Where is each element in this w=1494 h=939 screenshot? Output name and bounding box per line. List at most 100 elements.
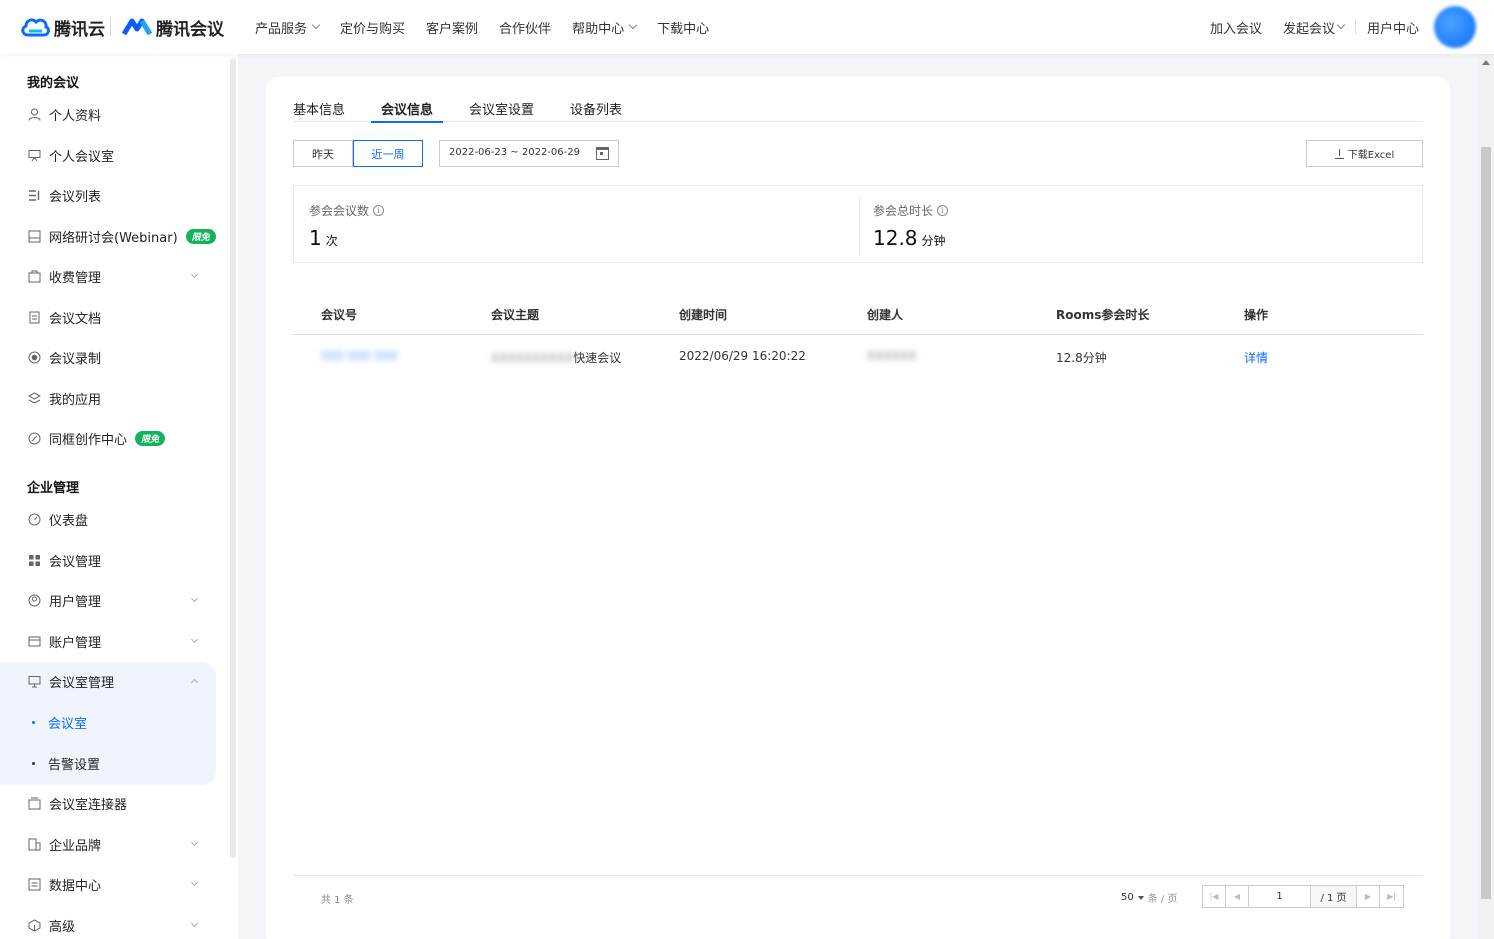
sidebar-item-label: 仪表盘: [49, 513, 89, 529]
download-excel-button[interactable]: 下载Excel: [1306, 140, 1423, 167]
sidebar-item-profile[interactable]: 个人资料: [0, 94, 216, 134]
date-range-picker[interactable]: 2022-06-23 ~ 2022-06-29: [439, 140, 619, 167]
sidebar-item-meeting-manage[interactable]: 会议管理: [0, 540, 216, 580]
nav-label: 帮助中心: [572, 21, 625, 37]
avatar[interactable]: [1434, 6, 1476, 48]
meeting-table: 会议号 会议主题 创建时间 创建人 Rooms参会时长 操作 000 000 0…: [293, 295, 1423, 379]
sidebar-item-fee[interactable]: 收费管理: [0, 256, 216, 296]
connector-icon: [27, 796, 41, 810]
sidebar-item-users[interactable]: 用户管理: [0, 580, 216, 620]
table-row: 000 000 000 XXXXXXXXXX快速会议 2022/06/29 16…: [293, 335, 1423, 379]
nav-label: 产品服务: [255, 21, 308, 37]
chevron-down-icon: [190, 919, 199, 928]
total-count: 共 1 条: [321, 895, 354, 906]
stat-number: 12.8: [873, 226, 918, 250]
users-icon: [27, 593, 41, 607]
sidebar-item-label: 网络研讨会(Webinar): [49, 230, 178, 246]
sidebar-item-label: 会议室: [48, 716, 88, 732]
sidebar-item-data-center[interactable]: 数据中心: [0, 864, 216, 904]
date-range-value: 2022-06-23 ~ 2022-06-29: [449, 147, 580, 158]
meeting-id-cell[interactable]: 000 000 000: [321, 349, 397, 363]
sidebar-item-label: 同框创作中心: [49, 432, 128, 448]
chevron-down-icon: [190, 594, 199, 603]
period-switcher: 昨天 近一周: [293, 140, 423, 167]
nav-cases[interactable]: 客户案例: [426, 18, 478, 37]
sidebar-item-label: 告警设置: [48, 757, 101, 773]
sidebar-scrollbar[interactable]: [230, 58, 236, 858]
sidebar-item-recording[interactable]: 会议录制: [0, 337, 216, 377]
sidebar-item-label: 个人会议室: [49, 149, 115, 165]
page-scrollbar[interactable]: [1478, 54, 1494, 939]
tab-room-settings[interactable]: 会议室设置: [469, 91, 534, 122]
cloud-logo-icon: [21, 18, 50, 37]
nav-pricing[interactable]: 定价与购买: [340, 18, 405, 37]
chevron-down-icon: [190, 838, 199, 847]
creation-icon: [27, 431, 41, 445]
record-icon: [27, 350, 41, 364]
meeting-logo-icon: [122, 18, 152, 36]
next-page-button[interactable]: ▶: [1357, 886, 1380, 907]
sidebar-item-apps[interactable]: 我的应用: [0, 378, 216, 418]
prev-page-button[interactable]: ◀: [1226, 886, 1249, 907]
sidebar-item-webinar[interactable]: 网络研讨会(Webinar) 限免: [0, 216, 216, 256]
scroll-up-icon[interactable]: [1482, 60, 1490, 65]
page-controls: |◀ ◀ 1 / 1 页 ▶ ▶|: [1202, 885, 1404, 908]
brand-icon: [27, 837, 41, 851]
sidebar-item-label: 会议室连接器: [49, 797, 128, 813]
yesterday-button[interactable]: 昨天: [293, 140, 353, 167]
nav-products[interactable]: 产品服务: [255, 18, 321, 37]
calendar-icon: [596, 147, 609, 160]
data-icon: [27, 877, 41, 891]
webinar-icon: [27, 229, 41, 243]
sidebar-item-connector[interactable]: 会议室连接器: [0, 783, 216, 823]
tab-meeting-info[interactable]: 会议信息: [371, 91, 444, 123]
nav-help[interactable]: 帮助中心: [572, 18, 638, 37]
last-page-button[interactable]: ▶|: [1380, 886, 1403, 907]
sidebar-item-rooms[interactable]: 会议室: [0, 702, 216, 742]
first-page-button[interactable]: |◀: [1203, 886, 1226, 907]
tencent-meeting-logo[interactable]: 腾讯会议: [122, 14, 224, 40]
tencent-cloud-logo[interactable]: 腾讯云: [20, 14, 105, 40]
sidebar-item-alert-settings[interactable]: 告警设置: [0, 743, 216, 783]
total-pages: / 1 页: [1311, 886, 1357, 907]
tab-basic-info[interactable]: 基本信息: [293, 91, 345, 122]
content-card: 基本信息 会议信息 会议室设置 设备列表 昨天 近一周 2022-06-23 ~…: [266, 77, 1450, 939]
nav-label: 下载中心: [657, 21, 710, 37]
sidebar-item-brand[interactable]: 企业品牌: [0, 824, 216, 864]
chevron-down-icon: [190, 878, 199, 887]
chevron-down-icon: [190, 270, 199, 279]
sidebar-item-dashboard[interactable]: 仪表盘: [0, 499, 216, 539]
bullet-icon: [32, 721, 35, 724]
stat-number: 1: [309, 226, 322, 250]
sidebar-item-creation[interactable]: 同框创作中心 限免: [0, 418, 216, 458]
free-badge: 限免: [135, 430, 166, 446]
nav-download[interactable]: 下载中心: [657, 18, 709, 37]
scrollbar-thumb[interactable]: [1481, 147, 1491, 899]
join-meeting-link[interactable]: 加入会议: [1210, 18, 1262, 37]
start-meeting-menu[interactable]: 发起会议: [1283, 18, 1346, 37]
section-my-meetings: 我的会议: [27, 76, 80, 91]
sidebar-item-label: 收费管理: [49, 270, 102, 286]
chevron-down-icon: [628, 20, 638, 30]
top-navbar: 腾讯云 腾讯会议 产品服务 定价与购买 客户案例 合作伙伴 帮助中心 下载中心 …: [0, 0, 1494, 54]
col-meeting-id: 会议号: [321, 308, 358, 322]
nav-label: 客户案例: [426, 21, 479, 37]
stat-unit: 分钟: [921, 234, 946, 248]
free-badge: 限免: [185, 228, 216, 244]
page-size-select[interactable]: 50 条 / 页: [1121, 890, 1177, 905]
sidebar-item-account[interactable]: 账户管理: [0, 621, 216, 661]
sidebar-item-advanced[interactable]: 高级: [0, 905, 216, 939]
sidebar-item-room-manage[interactable]: 会议室管理: [0, 661, 216, 701]
detail-link[interactable]: 详情: [1244, 349, 1268, 366]
sidebar-item-docs[interactable]: 会议文档: [0, 297, 216, 337]
sidebar-item-meeting-list[interactable]: 会议列表: [0, 175, 216, 215]
info-icon[interactable]: i: [373, 205, 385, 216]
tab-device-list[interactable]: 设备列表: [570, 91, 622, 122]
user-center-link[interactable]: 用户中心: [1367, 18, 1419, 37]
nav-partners[interactable]: 合作伙伴: [499, 18, 551, 37]
sidebar-item-personal-room[interactable]: 个人会议室: [0, 135, 216, 175]
last-week-button[interactable]: 近一周: [353, 140, 423, 167]
page-number-input[interactable]: 1: [1249, 886, 1311, 907]
sidebar-item-label: 个人资料: [49, 108, 102, 124]
info-icon[interactable]: i: [937, 205, 949, 216]
